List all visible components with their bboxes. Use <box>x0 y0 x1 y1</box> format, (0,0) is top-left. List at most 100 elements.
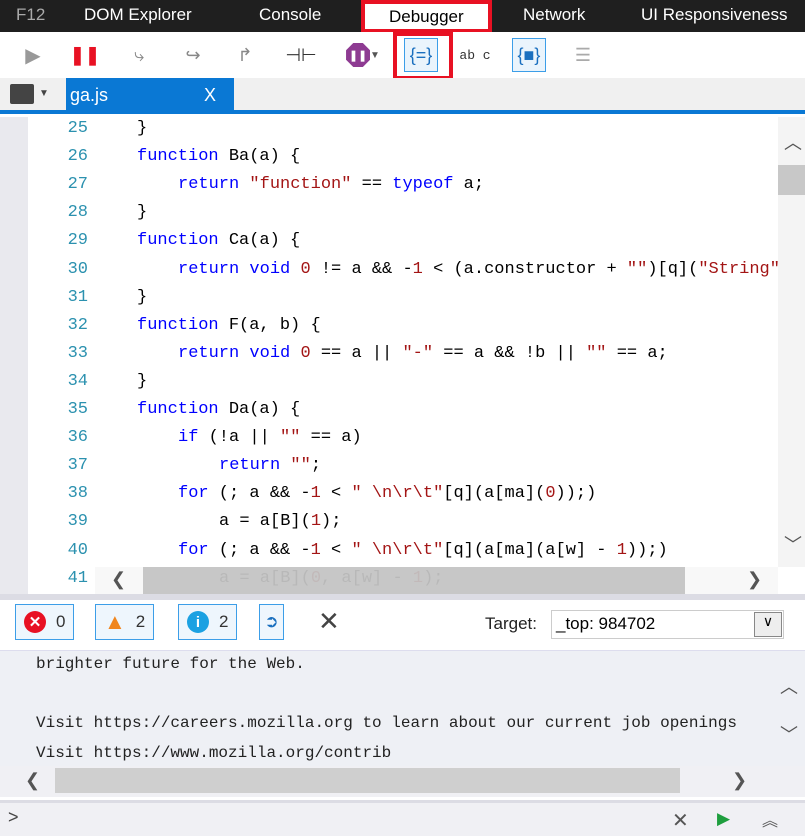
info-icon: i <box>187 611 209 633</box>
number-token: 0 <box>300 259 311 279</box>
code-token: } <box>137 371 148 391</box>
scroll-left-icon[interactable]: ❮ <box>111 569 126 590</box>
keyword-token: function <box>137 400 219 419</box>
code-line: 28} <box>0 203 780 231</box>
clear-console-icon[interactable]: ✕ <box>318 606 340 637</box>
scrollbar-thumb[interactable] <box>778 165 805 195</box>
chevron-down-icon[interactable]: ∨ <box>754 612 782 637</box>
line-number[interactable]: 41 <box>30 569 88 588</box>
file-name: ga.js <box>70 85 109 105</box>
break-on-new-worker-icon[interactable]: ⊣⊢ <box>284 38 318 72</box>
clear-input-icon[interactable]: ✕ <box>672 808 689 833</box>
tab-network[interactable]: Network <box>523 5 585 25</box>
keyword-token: void <box>249 259 291 279</box>
break-icon[interactable]: ❚❚ <box>68 38 102 72</box>
line-number[interactable]: 30 <box>30 260 88 279</box>
line-number[interactable]: 32 <box>30 316 88 335</box>
number-token: 1 <box>310 512 322 532</box>
tab-debugger[interactable]: Debugger <box>361 0 492 33</box>
source-maps-icon[interactable]: ☰ <box>566 38 600 72</box>
code-line: 32 function F(a, b) { <box>0 316 780 344</box>
code-token: Da(a) { <box>218 400 301 419</box>
keyword-token: return <box>219 456 281 476</box>
code-token: == a; <box>606 343 668 363</box>
tab-dom-explorer[interactable]: DOM Explorer <box>84 5 192 25</box>
exception-behavior-icon[interactable]: ❚❚ ▼ <box>340 38 386 72</box>
file-tab-ga-js[interactable]: ga.js X <box>66 78 234 114</box>
code-line: 40 for (; a && -1 < " \n\r\t"[q](a[ma](a[… <box>0 541 780 569</box>
target-select[interactable]: _top: 984702 ∨ <box>551 610 784 639</box>
line-number[interactable]: 36 <box>30 428 88 447</box>
keyword-token: function <box>137 315 219 335</box>
string-token: " \n\r\t" <box>351 484 444 504</box>
just-my-code-icon[interactable]: {■} <box>512 38 546 72</box>
scroll-down-icon[interactable]: ﹀ <box>784 531 802 557</box>
tab-console[interactable]: Console <box>259 5 321 25</box>
line-number[interactable]: 33 <box>30 344 88 363</box>
string-token: " \n\r\t" <box>351 540 444 560</box>
run-icon[interactable]: ▶ <box>717 809 730 829</box>
line-number[interactable]: 39 <box>30 512 88 531</box>
info-filter-button[interactable]: i2 <box>178 604 238 640</box>
scrollbar-thumb[interactable] <box>55 768 680 793</box>
code-text: } <box>137 203 147 222</box>
close-tab-icon[interactable]: X <box>204 85 216 106</box>
scroll-down-icon[interactable]: ﹀ <box>780 721 798 747</box>
line-number[interactable]: 35 <box>30 400 88 419</box>
open-document-icon[interactable] <box>10 84 34 104</box>
line-number[interactable]: 27 <box>30 175 88 194</box>
target-value: _top: 984702 <box>556 614 656 633</box>
keyword-token: function <box>137 147 219 167</box>
line-number[interactable]: 37 <box>30 456 88 475</box>
line-number[interactable]: 26 <box>30 147 88 166</box>
horizontal-scrollbar[interactable]: ❮ ❯ <box>95 567 778 595</box>
line-number[interactable]: 34 <box>30 372 88 391</box>
string-token: "" <box>626 259 648 279</box>
line-number[interactable]: 25 <box>30 119 88 138</box>
console-horizontal-scrollbar[interactable]: ❮ ❯ <box>0 766 805 797</box>
step-into-icon[interactable]: ⤷ <box>122 38 156 72</box>
step-over-icon[interactable]: ↪ <box>176 38 210 72</box>
chevron-down-icon[interactable]: ▼ <box>39 88 49 99</box>
error-icon: ✕ <box>24 611 46 633</box>
scroll-right-icon[interactable]: ❯ <box>732 770 747 791</box>
line-number[interactable]: 38 <box>30 484 88 503</box>
expand-multiline-icon[interactable]: ︽ <box>762 807 778 831</box>
line-number[interactable]: 40 <box>30 541 88 560</box>
string-token: "String" <box>698 259 780 279</box>
line-number[interactable]: 31 <box>30 288 88 307</box>
line-number[interactable]: 28 <box>30 203 88 222</box>
code-line: 39 a = a[B](1); <box>0 512 780 540</box>
clear-on-navigate-button[interactable]: ➲ <box>259 604 284 640</box>
tab-ui-responsiveness[interactable]: UI Responsiveness <box>641 5 787 25</box>
error-count: 0 <box>56 612 66 631</box>
errors-filter-button[interactable]: ✕ 0 <box>15 604 75 640</box>
code-text: for (; a && -1 < " \n\r\t"[q](a[ma](a[w]… <box>178 541 668 560</box>
continue-icon[interactable]: ▶ <box>16 38 50 72</box>
code-token: [q](a[ma](a[w] - <box>443 540 617 560</box>
keyword-token: return <box>178 259 240 279</box>
code-line: 36 if (!a || "" == a) <box>0 428 780 456</box>
warnings-filter-button[interactable]: ▲ 2 <box>95 604 155 640</box>
code-token: ));) <box>555 484 597 504</box>
scrollbar-thumb[interactable] <box>143 567 685 595</box>
scroll-up-icon[interactable]: ︿ <box>784 129 802 155</box>
scroll-left-icon[interactable]: ❮ <box>25 770 40 791</box>
scroll-up-icon[interactable]: ︿ <box>780 673 798 699</box>
code-line: 27 return "function" == typeof a; <box>0 175 780 203</box>
tool-tabs: F12 DOM Explorer Console Debugger Networ… <box>0 0 805 33</box>
step-out-icon[interactable]: ↱ <box>228 38 262 72</box>
scroll-right-icon[interactable]: ❯ <box>747 569 762 590</box>
code-text: if (!a || "" == a) <box>178 428 362 447</box>
code-editor[interactable]: 25} 26 function Ba(a) {27 return "function"… <box>0 117 805 595</box>
number-token: 1 <box>412 259 423 279</box>
code-text: function Ca(a) { <box>137 231 300 250</box>
console-input[interactable]: > ✕ ▶ ︽ <box>0 800 805 836</box>
code-token: } <box>137 203 148 223</box>
line-number[interactable]: 29 <box>30 231 88 250</box>
word-wrap-icon[interactable]: ab c <box>458 38 492 72</box>
string-token: "" <box>290 456 311 476</box>
vertical-scrollbar[interactable]: ︿ ﹀ <box>778 117 805 567</box>
code-token: } <box>137 287 148 307</box>
